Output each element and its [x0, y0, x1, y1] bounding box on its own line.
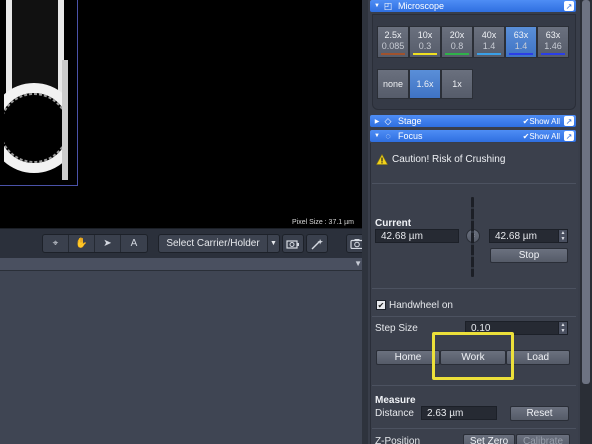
image-viewer[interactable]: Pixel Size : 37.1 µm — [0, 0, 362, 228]
stop-button[interactable]: Stop — [490, 248, 568, 263]
divider — [372, 183, 576, 184]
tool-group: ⌖ ✋ ➤ A — [42, 234, 148, 253]
measure-label: Measure — [375, 395, 416, 406]
microscope-icon: ◰ — [383, 0, 393, 11]
scrollbar-thumb[interactable] — [582, 0, 590, 384]
stage-title: Stage — [398, 116, 422, 126]
collapse-icon[interactable]: ▼ — [372, 3, 382, 9]
sample-frame — [0, 0, 78, 186]
divider — [372, 288, 576, 289]
lower-pane — [0, 270, 366, 444]
set-zero-button[interactable]: Set Zero — [463, 434, 515, 444]
external-window-icon[interactable]: ↗ — [564, 1, 574, 11]
microscope-section-header[interactable]: ▼ ◰ Microscope ↗ — [370, 0, 576, 12]
objective-button[interactable]: 63x 1.46 — [537, 26, 569, 58]
target-position-field[interactable]: 42.68 µm — [489, 229, 559, 243]
focus-icon: ◌ — [385, 131, 391, 141]
external-window-icon[interactable]: ↗ — [564, 116, 574, 126]
objective-na: 0.085 — [381, 41, 405, 51]
objective-color-swatch — [541, 53, 565, 55]
distance-field: 2.63 µm — [421, 406, 497, 420]
optovar-selector: none 1.6x 1x — [377, 69, 473, 99]
distance-label: Distance — [375, 408, 414, 419]
collapse-icon[interactable]: ▼ — [372, 133, 382, 139]
divider — [372, 428, 576, 429]
objective-color-swatch — [509, 53, 533, 55]
load-button[interactable]: Load — [506, 350, 570, 365]
objective-color-swatch — [477, 53, 501, 55]
chevron-down-icon[interactable]: ▼ — [354, 259, 362, 268]
objective-color-swatch — [381, 53, 405, 55]
show-all-label: Show All — [529, 131, 560, 141]
pointer-icon[interactable]: ➤ — [95, 235, 121, 252]
pixel-size-label: Pixel Size : 37.1 µm — [291, 219, 354, 226]
optovar-1x[interactable]: 1x — [441, 69, 473, 99]
objective-na: 0.8 — [450, 41, 464, 51]
show-all-label: Show All — [529, 116, 560, 126]
sample-image — [4, 0, 68, 180]
camera-buttons — [282, 234, 368, 253]
objective-magnification: 63x — [545, 30, 561, 40]
optovar-1-6x[interactable]: 1.6x — [409, 69, 441, 99]
objective-na: 1.4 — [482, 41, 496, 51]
objective-button[interactable]: 20x 0.8 — [441, 26, 473, 58]
external-window-icon[interactable]: ↗ — [564, 131, 574, 141]
objective-magnification: 20x — [449, 30, 465, 40]
divider — [372, 385, 576, 386]
divider — [372, 316, 576, 317]
handwheel-checkbox[interactable]: ✔ — [376, 300, 386, 310]
magic-wand-icon[interactable] — [306, 234, 328, 253]
stage-section-header[interactable]: ▶ ◇ Stage ✔Show All ↗ — [370, 115, 576, 127]
warning-icon — [376, 154, 388, 165]
objective-magnification: 63x — [513, 30, 529, 40]
focus-title: Focus — [398, 131, 423, 141]
carrier-holder-label: Select Carrier/Holder — [166, 238, 260, 249]
live-camera-icon[interactable] — [282, 234, 304, 253]
objective-selector: 2.5x 0.085 10x 0.3 20x 0.8 40x 1.4 63x 1.4 63… — [377, 26, 569, 58]
objective-magnification: 40x — [481, 30, 497, 40]
microscope-title: Microscope — [398, 1, 445, 11]
handwheel-label: Handwheel on — [389, 300, 453, 311]
current-label: Current — [375, 218, 412, 229]
focus-slider[interactable] — [471, 197, 474, 277]
objective-button[interactable]: 2.5x 0.085 — [377, 26, 409, 58]
caution-message: Caution! Risk of Crushing — [376, 154, 505, 165]
z-position-label: Z-Position — [375, 436, 421, 444]
objective-na: 0.3 — [418, 41, 432, 51]
caution-text: Caution! Risk of Crushing — [392, 154, 506, 165]
focus-section-header[interactable]: ▼ ◌ Focus ✔Show All ↗ — [370, 130, 576, 142]
crosshair-icon[interactable]: ⌖ — [43, 235, 69, 252]
objective-na: 1.4 — [514, 41, 528, 51]
objective-color-swatch — [445, 53, 469, 55]
show-all-toggle[interactable]: ✔Show All — [523, 117, 560, 126]
objective-button[interactable]: 40x 1.4 — [473, 26, 505, 58]
objective-na: 1.46 — [544, 41, 562, 51]
text-icon[interactable]: A — [121, 235, 147, 252]
step-size-label: Step Size — [375, 323, 418, 334]
hand-icon[interactable]: ✋ — [69, 235, 95, 252]
chevron-down-icon[interactable]: ▼ — [267, 235, 279, 252]
stage-icon: ◇ — [384, 115, 392, 126]
lower-pane-header: ▼ — [0, 258, 366, 270]
optovar-none[interactable]: none — [377, 69, 409, 99]
objective-button[interactable]: 10x 0.3 — [409, 26, 441, 58]
reset-button[interactable]: Reset — [510, 406, 569, 421]
objective-magnification: 2.5x — [384, 30, 402, 40]
expand-icon[interactable]: ▶ — [372, 118, 382, 125]
view-toolbar: ⌖ ✋ ➤ A Select Carrier/Holder ▼ — [0, 228, 368, 258]
work-highlight-box — [432, 332, 514, 380]
panel-scrollbar[interactable] — [580, 0, 592, 444]
carrier-holder-select[interactable]: Select Carrier/Holder ▼ — [158, 234, 280, 253]
target-stepper-icon[interactable]: ▲ ▼ — [558, 229, 568, 243]
objective-color-swatch — [413, 53, 437, 55]
objective-button-selected[interactable]: 63x 1.4 — [505, 26, 537, 58]
current-position-field: 42.68 µm — [375, 229, 459, 243]
home-button[interactable]: Home — [376, 350, 440, 365]
calibrate-button[interactable]: Calibrate — [516, 434, 570, 444]
show-all-toggle[interactable]: ✔Show All — [523, 132, 560, 141]
objective-magnification: 10x — [417, 30, 433, 40]
step-size-stepper-icon[interactable]: ▲ ▼ — [558, 321, 568, 335]
